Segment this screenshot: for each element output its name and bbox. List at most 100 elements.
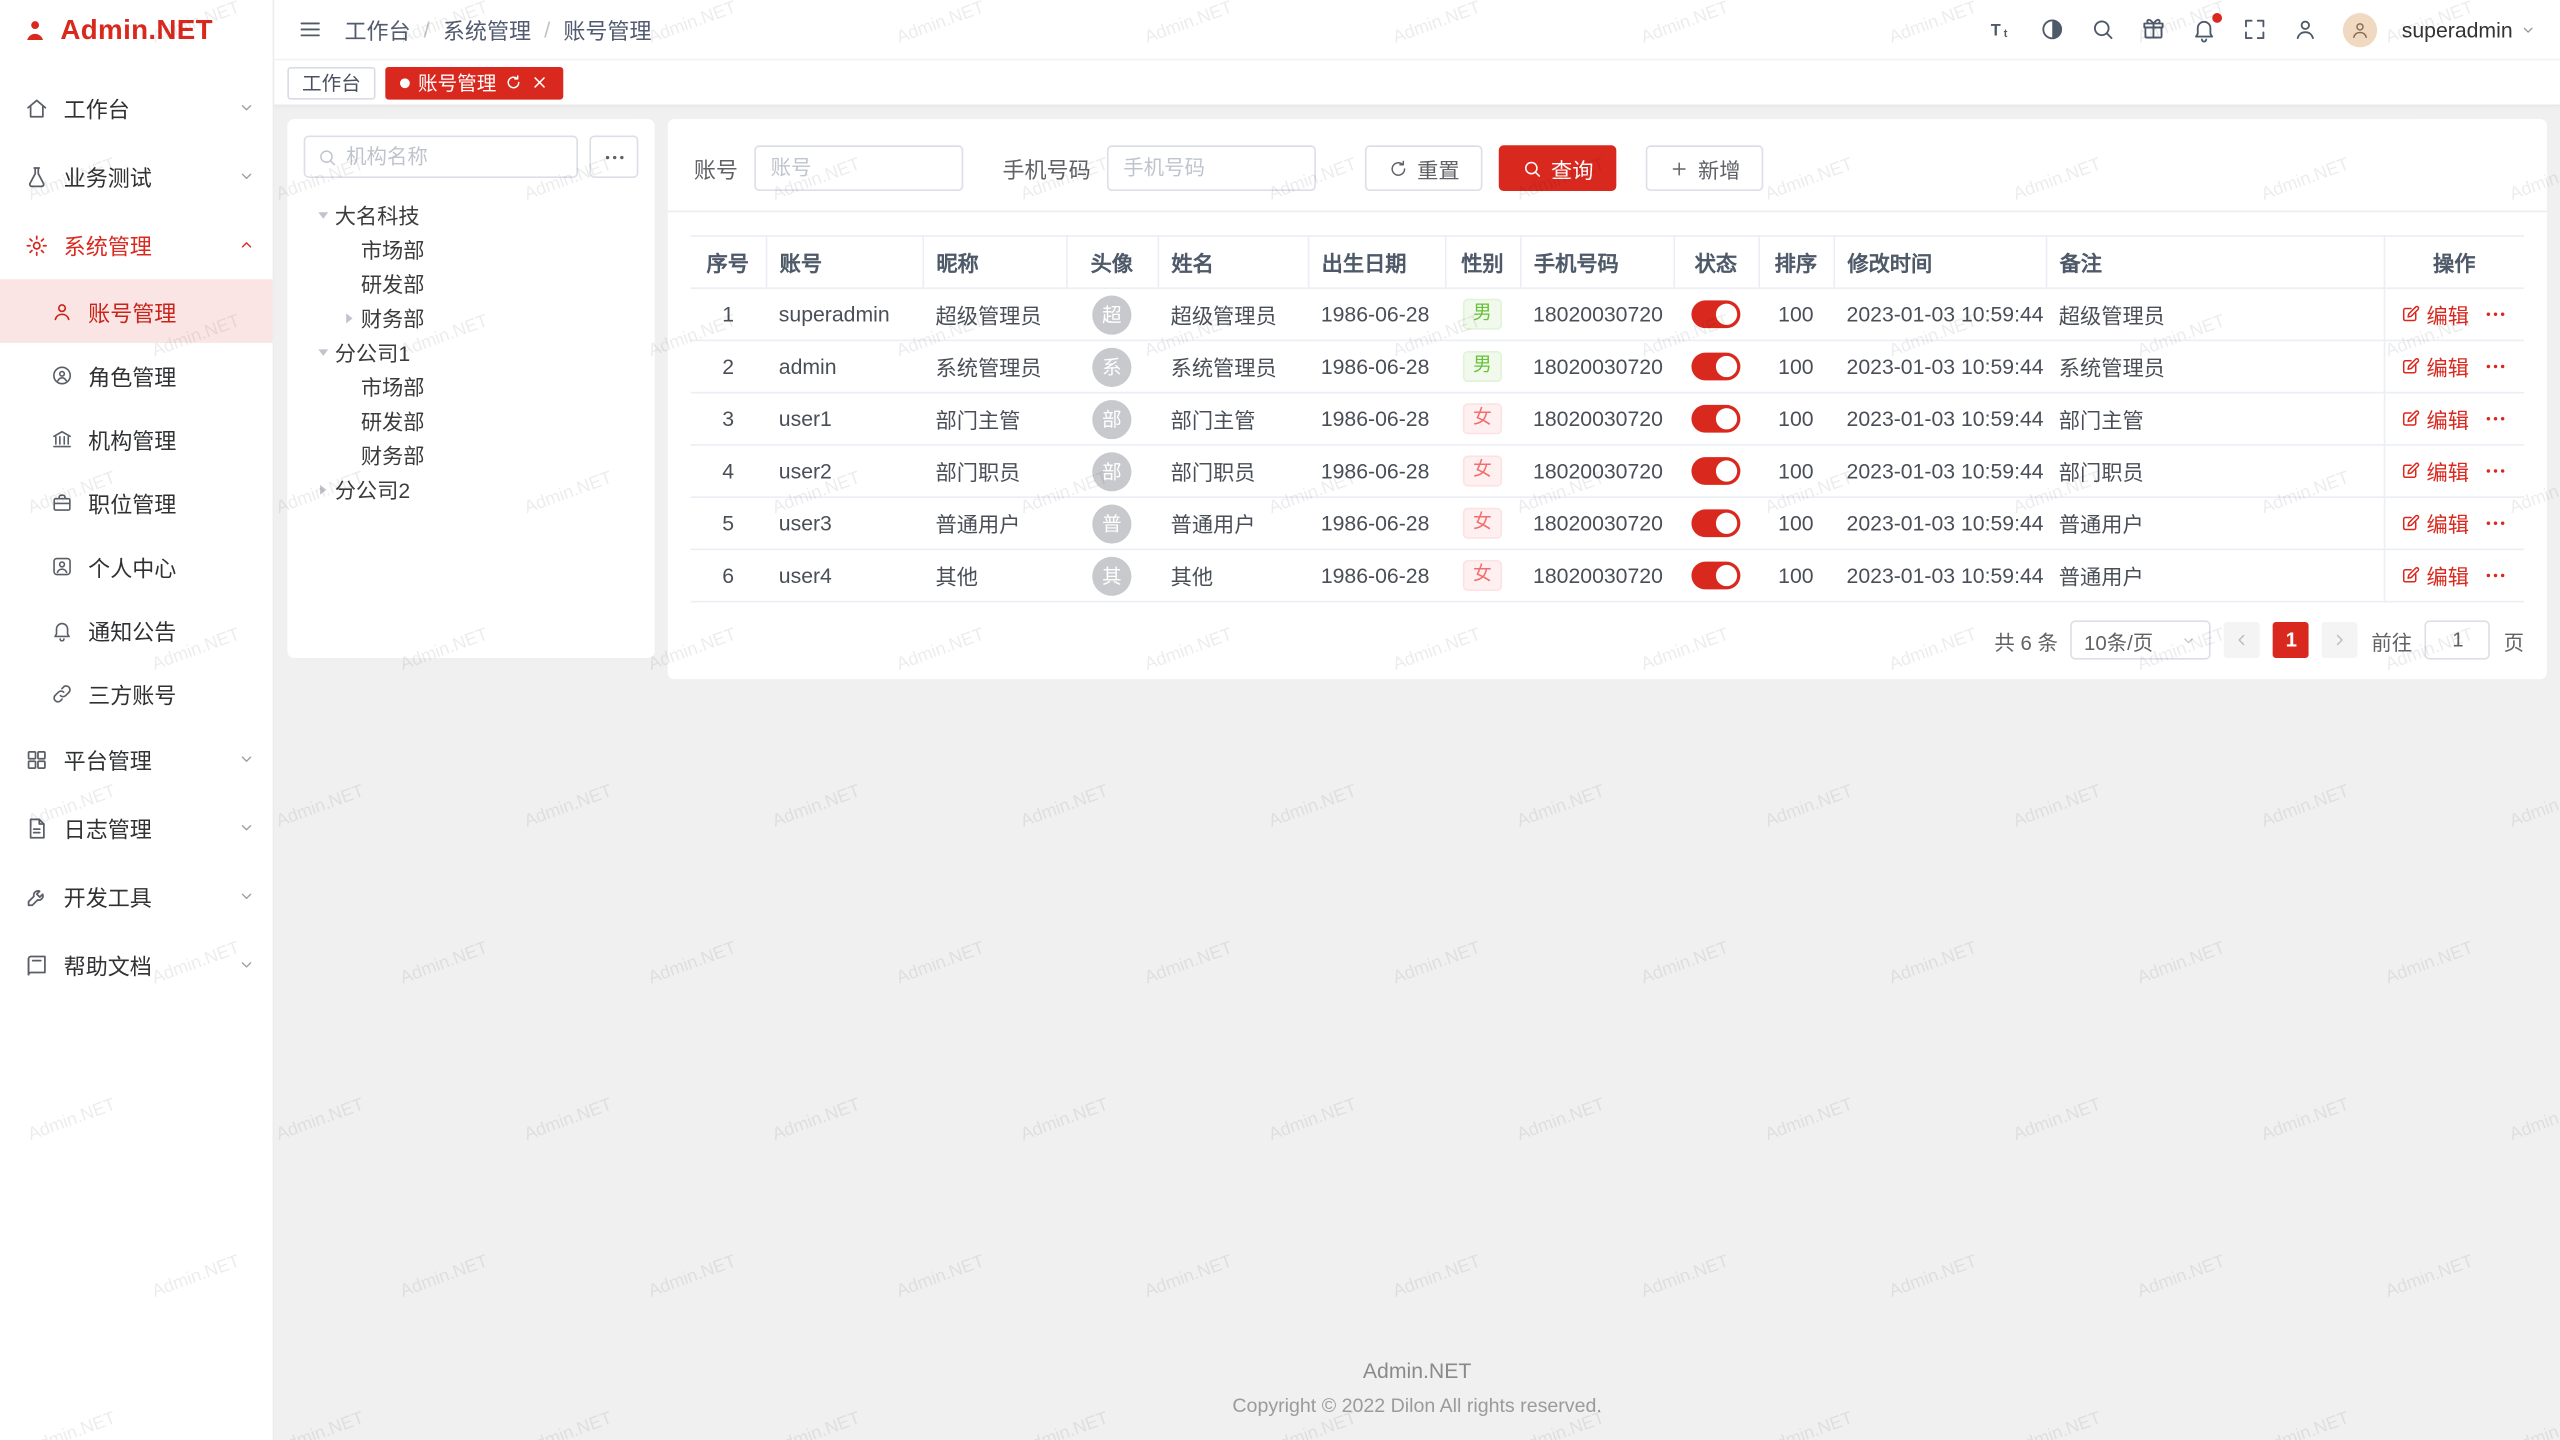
status-toggle[interactable] — [1691, 353, 1740, 381]
sidebar: Admin.NET 工作台业务测试系统管理账号管理角色管理机构管理职位管理个人中… — [0, 0, 274, 1440]
breadcrumb-item[interactable]: 工作台 — [344, 13, 410, 46]
breadcrumb: 工作台/系统管理/账号管理 — [344, 13, 651, 46]
gift-button[interactable] — [2141, 16, 2167, 42]
column-header: 头像 — [1066, 236, 1157, 288]
sidebar-subitem[interactable]: 通知公告 — [0, 598, 273, 662]
tab-refresh-button[interactable] — [505, 73, 523, 91]
bell-button[interactable] — [2191, 16, 2217, 42]
phone-input[interactable] — [1107, 145, 1316, 191]
status-toggle[interactable] — [1691, 457, 1740, 485]
tab-0[interactable]: 工作台 — [287, 66, 375, 99]
hamburger-icon[interactable] — [297, 16, 323, 42]
font-size-button[interactable]: Tt — [1989, 16, 2015, 42]
cell-order: 100 — [1758, 549, 1833, 601]
cell-phone: 18020030720 — [1520, 445, 1673, 497]
edit-button[interactable]: 编辑 — [2400, 403, 2469, 434]
add-button[interactable]: 新增 — [1646, 145, 1764, 191]
goto-label: 前往 — [2371, 624, 2412, 655]
row-avatar: 其 — [1092, 556, 1131, 595]
cell-gender: 女 — [1445, 497, 1520, 549]
account-input[interactable] — [754, 145, 963, 191]
tree-expander-icon[interactable] — [310, 203, 334, 226]
edit-button[interactable]: 编辑 — [2400, 560, 2469, 591]
goto-page-input[interactable] — [2425, 620, 2490, 659]
tree-node[interactable]: 财务部 — [304, 300, 639, 334]
tab-1[interactable]: 账号管理 — [385, 66, 563, 99]
next-page-button[interactable] — [2322, 622, 2358, 658]
search-button[interactable] — [2090, 16, 2116, 42]
sidebar-item[interactable]: 日志管理 — [0, 793, 273, 862]
row-more-button[interactable] — [2484, 459, 2508, 483]
reset-button[interactable]: 重置 — [1365, 145, 1483, 191]
status-toggle[interactable] — [1691, 562, 1740, 590]
sidebar-item[interactable]: 业务测试 — [0, 142, 273, 211]
edit-button[interactable]: 编辑 — [2400, 299, 2469, 330]
row-more-button[interactable] — [2484, 511, 2508, 535]
row-more-button[interactable] — [2484, 302, 2508, 326]
cell-ops: 编辑 — [2384, 445, 2524, 497]
cell-seq: 5 — [691, 497, 766, 549]
sidebar-subitem[interactable]: 角色管理 — [0, 343, 273, 407]
tree-node[interactable]: 分公司2 — [304, 472, 639, 506]
tree-node[interactable]: 研发部 — [304, 403, 639, 437]
tree-node[interactable]: 财务部 — [304, 438, 639, 472]
chevron-down-icon — [2519, 20, 2537, 38]
edit-icon — [2400, 408, 2421, 429]
row-more-button[interactable] — [2484, 354, 2508, 378]
sidebar-item[interactable]: 帮助文档 — [0, 931, 273, 1000]
tree-node[interactable]: 研发部 — [304, 266, 639, 300]
table-row: 6user4其他其其他1986-06-28女180200307201002023… — [691, 549, 2524, 601]
row-more-button[interactable] — [2484, 563, 2508, 587]
tab-close-button[interactable] — [531, 73, 549, 91]
org-search-input[interactable] — [346, 145, 565, 168]
cell-remark: 系统管理员 — [2046, 340, 2384, 392]
column-header: 昵称 — [922, 236, 1066, 288]
page-1-button[interactable]: 1 — [2273, 622, 2309, 658]
status-toggle[interactable] — [1691, 405, 1740, 433]
bank-icon — [51, 427, 74, 450]
page-size-select[interactable]: 10条/页 — [2071, 620, 2211, 659]
fullscreen-button[interactable] — [2242, 16, 2268, 42]
sidebar-subitem[interactable]: 个人中心 — [0, 534, 273, 598]
tree-expander-icon[interactable] — [310, 340, 334, 363]
grid-icon — [24, 747, 48, 771]
edit-button[interactable]: 编辑 — [2400, 508, 2469, 539]
cell-account: user3 — [766, 497, 923, 549]
prev-page-button[interactable] — [2224, 622, 2260, 658]
sidebar-item[interactable]: 平台管理 — [0, 725, 273, 794]
cell-name: 普通用户 — [1158, 497, 1308, 549]
sidebar-subitem[interactable]: 职位管理 — [0, 470, 273, 534]
edit-button[interactable]: 编辑 — [2400, 351, 2469, 382]
avatar[interactable] — [2343, 12, 2377, 46]
cell-name: 其他 — [1158, 549, 1308, 601]
tree-node[interactable]: 大名科技 — [304, 198, 639, 232]
tree-expander-icon[interactable] — [310, 478, 334, 501]
theme-button[interactable] — [2039, 16, 2065, 42]
breadcrumb-item[interactable]: 账号管理 — [563, 13, 651, 46]
sidebar-item[interactable]: 工作台 — [0, 73, 273, 142]
sidebar-item[interactable]: 开发工具 — [0, 862, 273, 931]
edit-button[interactable]: 编辑 — [2400, 456, 2469, 487]
gender-badge: 女 — [1463, 507, 1501, 539]
tree-node[interactable]: 分公司1 — [304, 335, 639, 369]
status-toggle[interactable] — [1691, 300, 1740, 328]
row-more-button[interactable] — [2484, 407, 2508, 431]
more-icon — [2484, 302, 2508, 326]
notification-badge — [2212, 13, 2222, 23]
org-more-button[interactable] — [589, 136, 638, 178]
sidebar-subitem[interactable]: 三方账号 — [0, 661, 273, 725]
sidebar-subitem[interactable]: 账号管理 — [0, 279, 273, 343]
tree-node[interactable]: 市场部 — [304, 232, 639, 266]
user-menu[interactable]: superadmin — [2402, 17, 2537, 41]
logo[interactable]: Admin.NET — [0, 0, 273, 60]
breadcrumb-item[interactable]: 系统管理 — [443, 13, 531, 46]
cell-birthdate: 1986-06-28 — [1308, 340, 1445, 392]
search-button[interactable]: 查询 — [1499, 145, 1617, 191]
column-header: 出生日期 — [1308, 236, 1445, 288]
tree-node[interactable]: 市场部 — [304, 369, 639, 403]
sidebar-item[interactable]: 系统管理 — [0, 211, 273, 280]
user-button[interactable] — [2292, 16, 2318, 42]
sidebar-subitem[interactable]: 机构管理 — [0, 407, 273, 471]
tree-expander-icon[interactable] — [336, 306, 360, 329]
status-toggle[interactable] — [1691, 509, 1740, 537]
